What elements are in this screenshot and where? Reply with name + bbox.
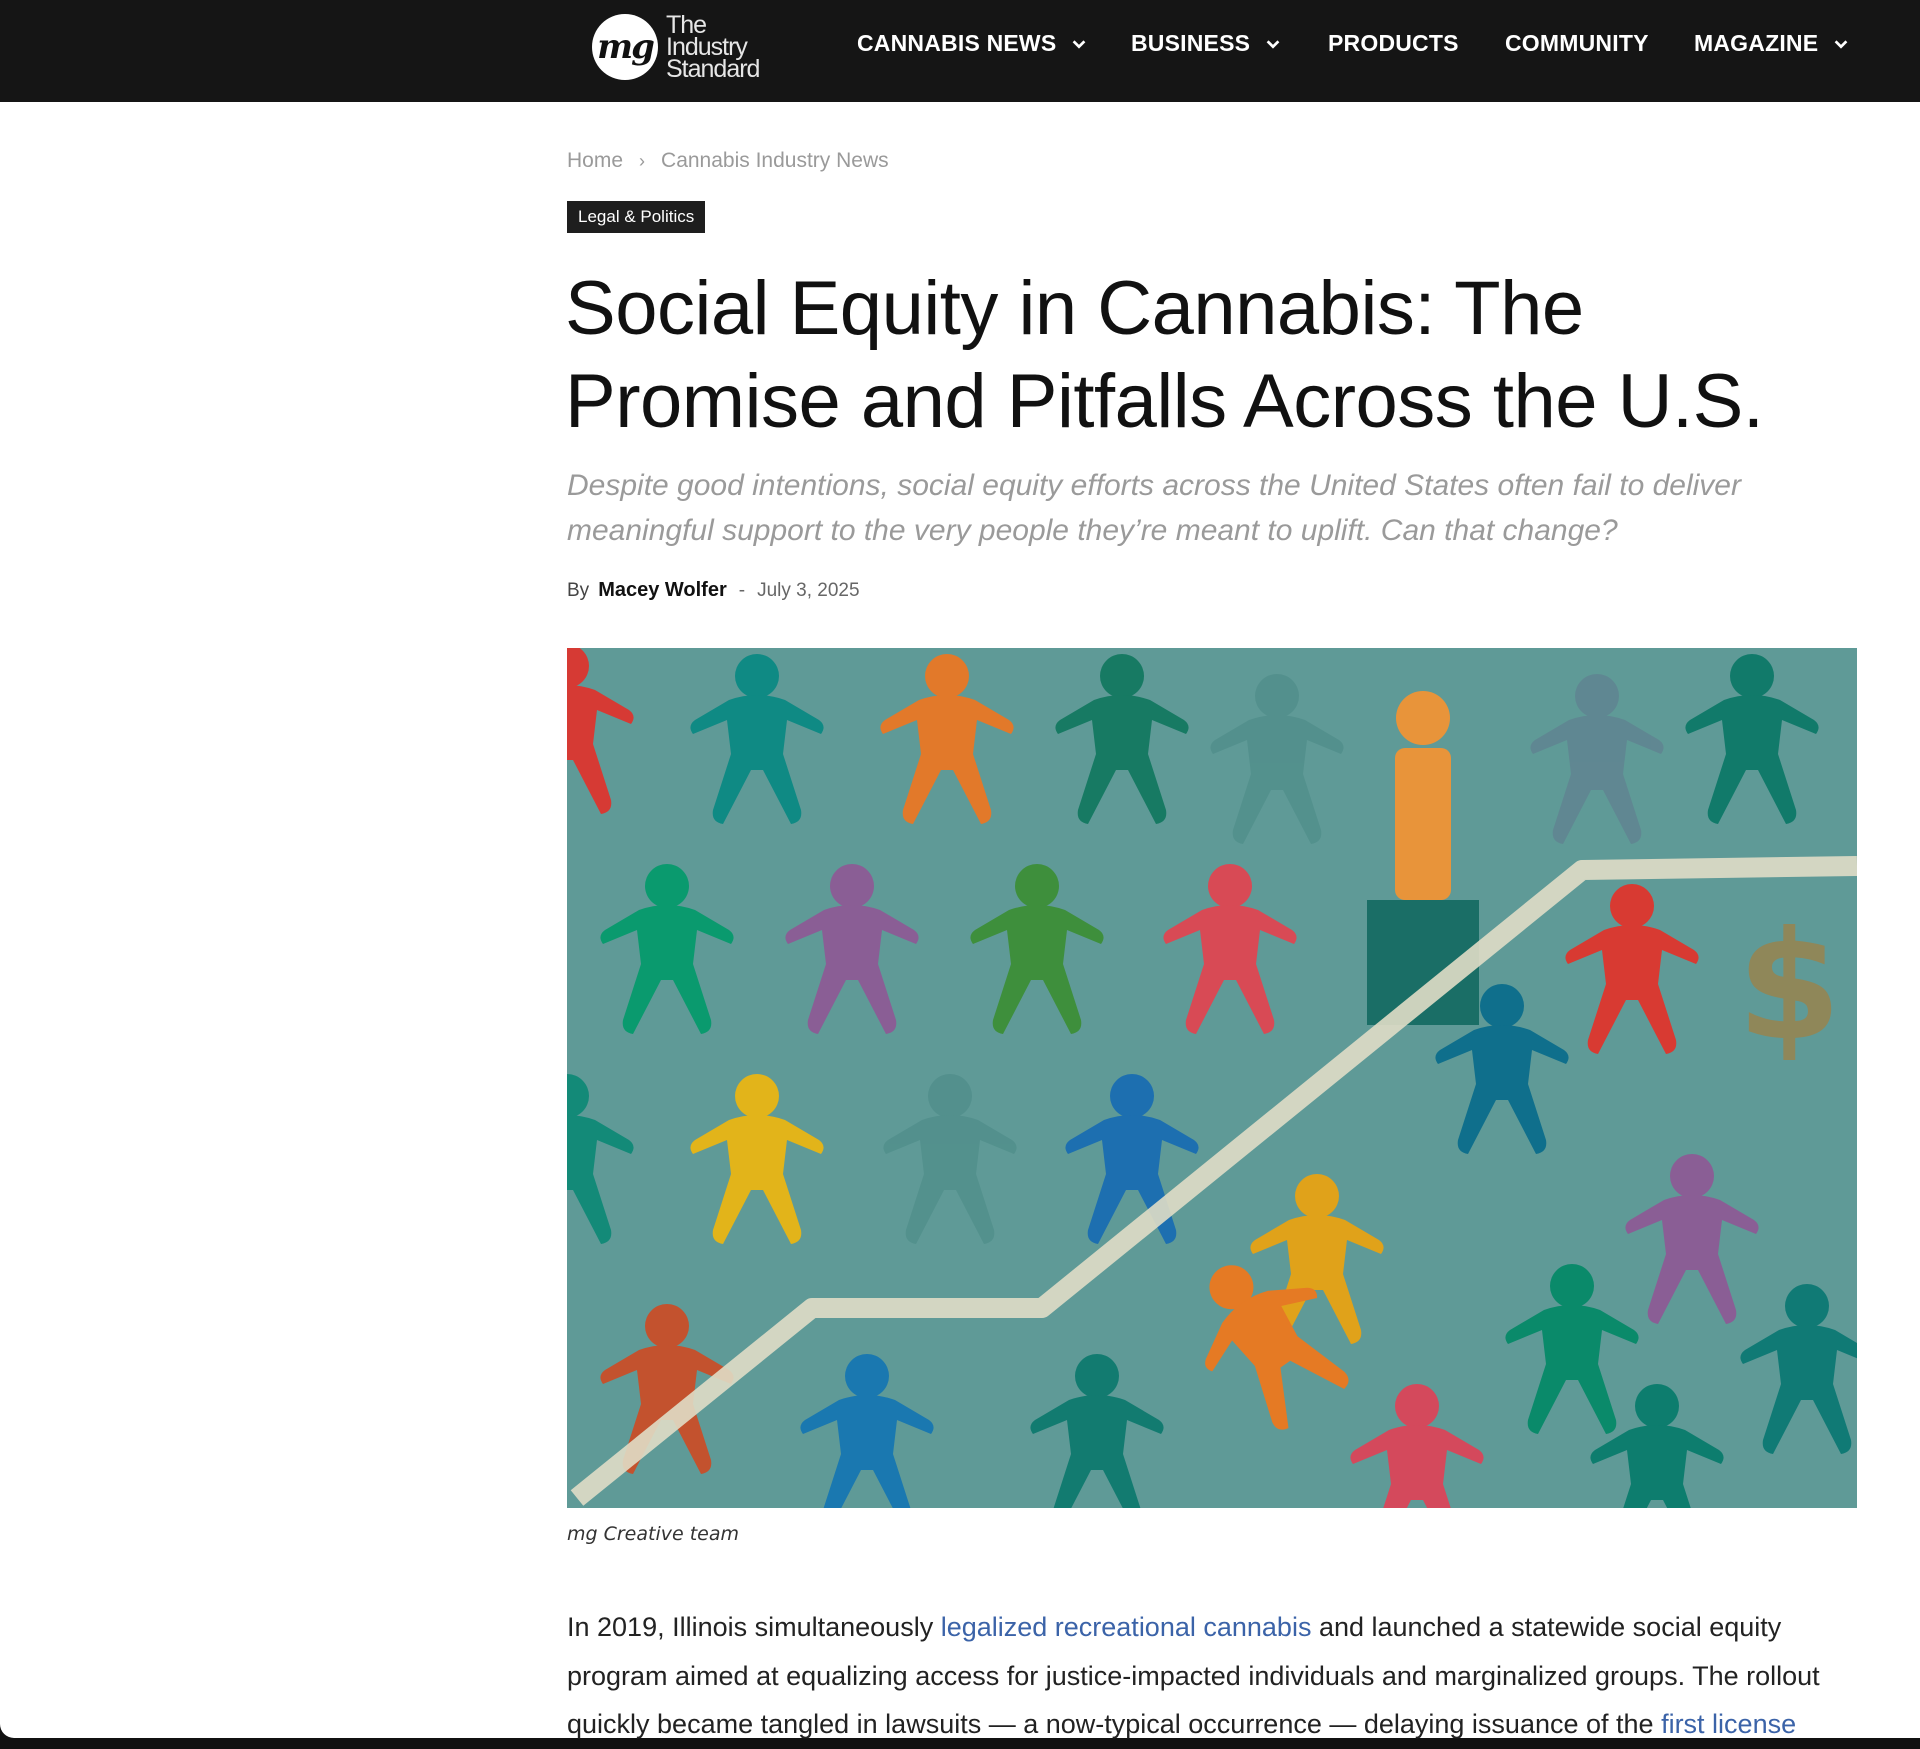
logo-mark: mg: [592, 14, 658, 80]
image-caption: mg Creative team: [567, 1523, 740, 1545]
nav-cannabis-news-label: CANNABIS NEWS: [857, 30, 1057, 56]
article-title-line-1: Social Equity in Cannabis: The: [565, 266, 1584, 351]
category-tag[interactable]: Legal & Politics: [567, 201, 706, 233]
link-first-license[interactable]: first license: [1661, 1709, 1796, 1739]
meta-dash: -: [738, 579, 746, 601]
top-navigation-bar: mg The Industry Standard CANNABIS NEWS B…: [0, 0, 1920, 102]
breadcrumb-separator: ›: [639, 150, 646, 171]
nav-business[interactable]: BUSINESS: [1131, 30, 1282, 57]
article-body-paragraph: In 2019, Illinois simultaneously legaliz…: [567, 1603, 1862, 1749]
chevron-down-icon: [1266, 39, 1280, 49]
nav-products[interactable]: PRODUCTS: [1328, 30, 1459, 57]
featured-image: $: [567, 648, 1857, 1508]
byline-prefix: By: [567, 579, 590, 601]
publish-date: July 3, 2025: [757, 579, 860, 601]
nav-magazine[interactable]: MAGAZINE: [1694, 30, 1850, 57]
article-title-line-2: Promise and Pitfalls Across the U.S.: [565, 359, 1764, 444]
article-title: Social Equity in Cannabis: The Promise a…: [565, 262, 1865, 448]
nav-business-label: BUSINESS: [1131, 30, 1251, 56]
chevron-down-icon: [1834, 39, 1848, 49]
nav-magazine-label: MAGAZINE: [1694, 30, 1819, 56]
nav-products-label: PRODUCTS: [1328, 30, 1459, 56]
logo-wordmark: The Industry Standard: [666, 13, 760, 83]
article-meta: By Macey Wolfer - July 3, 2025: [567, 579, 860, 602]
nav-community[interactable]: COMMUNITY: [1505, 30, 1649, 57]
illustration-people-stairs: $: [567, 648, 1857, 1508]
breadcrumb: Home › Cannabis Industry News: [567, 149, 889, 173]
body-text-1: In 2019, Illinois simultaneously: [567, 1612, 941, 1642]
nav-cannabis-news[interactable]: CANNABIS NEWS: [857, 30, 1088, 57]
site-logo[interactable]: mg The Industry Standard: [592, 12, 760, 83]
nav-community-label: COMMUNITY: [1505, 30, 1649, 56]
svg-text:$: $: [1737, 900, 1841, 1074]
breadcrumb-home[interactable]: Home: [567, 149, 623, 173]
article-subtitle: Despite good intentions, social equity e…: [567, 469, 1741, 547]
breadcrumb-section[interactable]: Cannabis Industry News: [661, 149, 889, 173]
chevron-down-icon: [1073, 39, 1086, 49]
author-link[interactable]: Macey Wolfer: [598, 579, 727, 602]
link-legalized-recreational-cannabis[interactable]: legalized recreational cannabis: [941, 1612, 1312, 1642]
logo-line-3: Standard: [666, 55, 760, 83]
